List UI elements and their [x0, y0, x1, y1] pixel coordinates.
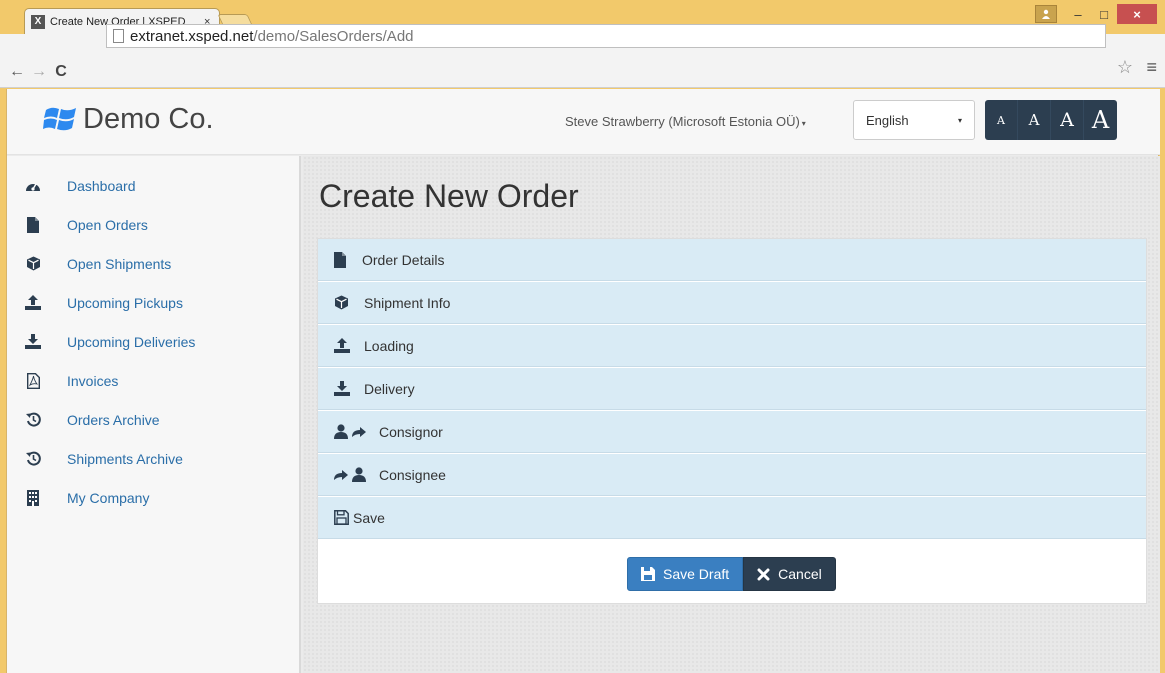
user-menu[interactable]: Steve Strawberry (Microsoft Estonia OÜ) ▾: [565, 114, 806, 129]
form-actions: Save Draft Cancel: [627, 557, 836, 591]
reload-button[interactable]: C: [50, 63, 72, 81]
file-icon: [334, 251, 346, 268]
browser-menu-icon[interactable]: ≡: [1146, 57, 1157, 78]
bookmark-star-icon[interactable]: ☆: [1117, 57, 1133, 78]
section-label: Order Details: [362, 251, 445, 268]
close-icon: [757, 568, 770, 581]
url-text[interactable]: extranet.xsped.net/demo/SalesOrders/Add: [130, 28, 414, 45]
sidebar-item-label: Invoices: [67, 372, 119, 389]
sidebar-item-my-company[interactable]: My Company: [7, 478, 299, 517]
section-consignor[interactable]: Consignor: [318, 411, 1146, 453]
profile-icon[interactable]: [1035, 5, 1057, 23]
floppy-outline-icon: [334, 510, 349, 525]
user-share-icon: [334, 424, 370, 439]
forward-button[interactable]: →: [28, 63, 50, 81]
upload-icon: [334, 338, 350, 353]
order-form-panel: Order Details Shipment Info Loading Deli…: [317, 238, 1147, 604]
dashboard-icon: [25, 178, 41, 194]
maximize-button[interactable]: □: [1091, 5, 1117, 23]
font-size-medium-button[interactable]: A: [1018, 100, 1051, 140]
sidebar-item-label: Open Orders: [67, 216, 148, 233]
address-bar[interactable]: extranet.xsped.net/demo/SalesOrders/Add: [106, 24, 1106, 48]
sidebar-item-label: Dashboard: [67, 177, 136, 194]
sidebar-item-shipments-archive[interactable]: Shipments Archive: [7, 439, 299, 478]
brand-name: Demo Co.: [83, 103, 214, 135]
xsped-favicon-icon: X: [31, 14, 45, 29]
caret-down-icon: ▾: [957, 115, 962, 125]
caret-down-icon: ▾: [801, 119, 806, 128]
language-value: English: [866, 112, 909, 128]
history-icon: [25, 451, 41, 467]
sidebar-item-dashboard[interactable]: Dashboard: [7, 166, 299, 205]
sidebar-item-label: Upcoming Deliveries: [67, 333, 196, 350]
share-user-icon: [334, 467, 370, 482]
download-icon: [334, 381, 350, 396]
back-button[interactable]: ←: [6, 63, 28, 81]
sidebar-item-invoices[interactable]: Invoices: [7, 361, 299, 400]
sidebar-item-label: Upcoming Pickups: [67, 294, 183, 311]
main-content: Create New Order Order Details Shipment …: [303, 156, 1160, 673]
sidebar-item-label: Open Shipments: [67, 255, 172, 272]
floppy-icon: [641, 567, 655, 581]
windows-logo-icon: [43, 107, 76, 130]
sidebar-item-open-shipments[interactable]: Open Shipments: [7, 244, 299, 283]
section-label: Delivery: [364, 380, 415, 397]
url-host: extranet.xsped.net: [130, 27, 254, 45]
cancel-button[interactable]: Cancel: [743, 557, 836, 591]
sidebar-item-label: Shipments Archive: [67, 450, 183, 467]
page-icon: [113, 29, 124, 43]
window-controls: – □ ×: [1035, 4, 1157, 24]
cube-icon: [25, 256, 41, 272]
section-label: Consignee: [379, 466, 446, 483]
cancel-label: Cancel: [778, 566, 822, 582]
app-header: Demo Co. Steve Strawberry (Microsoft Est…: [7, 89, 1160, 155]
nav-buttons: ← → C: [6, 56, 72, 88]
save-draft-label: Save Draft: [663, 566, 730, 582]
sidebar-item-label: My Company: [67, 489, 150, 506]
brand[interactable]: Demo Co.: [43, 103, 214, 136]
minimize-button[interactable]: –: [1065, 5, 1091, 23]
font-size-large-button[interactable]: A: [1051, 100, 1084, 140]
sidebar-item-orders-archive[interactable]: Orders Archive: [7, 400, 299, 439]
section-consignee[interactable]: Consignee: [318, 454, 1146, 496]
section-label: Shipment Info: [364, 294, 451, 311]
download-icon: [25, 334, 41, 350]
section-order-details[interactable]: Order Details: [318, 239, 1146, 281]
url-path: /demo/SalesOrders/Add: [253, 27, 414, 45]
sidebar-item-open-orders[interactable]: Open Orders: [7, 205, 299, 244]
app-window: Demo Co. Steve Strawberry (Microsoft Est…: [6, 89, 1160, 673]
section-delivery[interactable]: Delivery: [318, 368, 1146, 410]
font-size-xlarge-button[interactable]: A: [1084, 100, 1117, 140]
sidebar-item-upcoming-pickups[interactable]: Upcoming Pickups: [7, 283, 299, 322]
section-label: Loading: [364, 337, 414, 354]
file-icon: [25, 216, 41, 233]
font-size-group: A A A A: [985, 100, 1117, 140]
sidebar-item-label: Orders Archive: [67, 411, 160, 428]
close-window-button[interactable]: ×: [1117, 4, 1157, 24]
section-label: Consignor: [379, 423, 443, 440]
font-size-small-button[interactable]: A: [985, 100, 1018, 140]
cube-icon: [334, 295, 349, 310]
section-save[interactable]: Save: [318, 497, 1146, 539]
section-label: Save: [353, 509, 385, 526]
section-shipment-info[interactable]: Shipment Info: [318, 282, 1146, 324]
sidebar-item-upcoming-deliveries[interactable]: Upcoming Deliveries: [7, 322, 299, 361]
history-icon: [25, 412, 41, 428]
language-select[interactable]: English ▾: [853, 100, 975, 140]
building-icon: [25, 489, 41, 506]
sidebar: Dashboard Open Orders Open Shipments Upc…: [7, 156, 301, 673]
pdf-icon: [25, 372, 41, 389]
save-draft-button[interactable]: Save Draft: [627, 557, 744, 591]
section-loading[interactable]: Loading: [318, 325, 1146, 367]
user-name: Steve Strawberry (Microsoft Estonia OÜ): [565, 114, 800, 129]
page-title: Create New Order: [319, 178, 579, 214]
upload-icon: [25, 295, 41, 311]
